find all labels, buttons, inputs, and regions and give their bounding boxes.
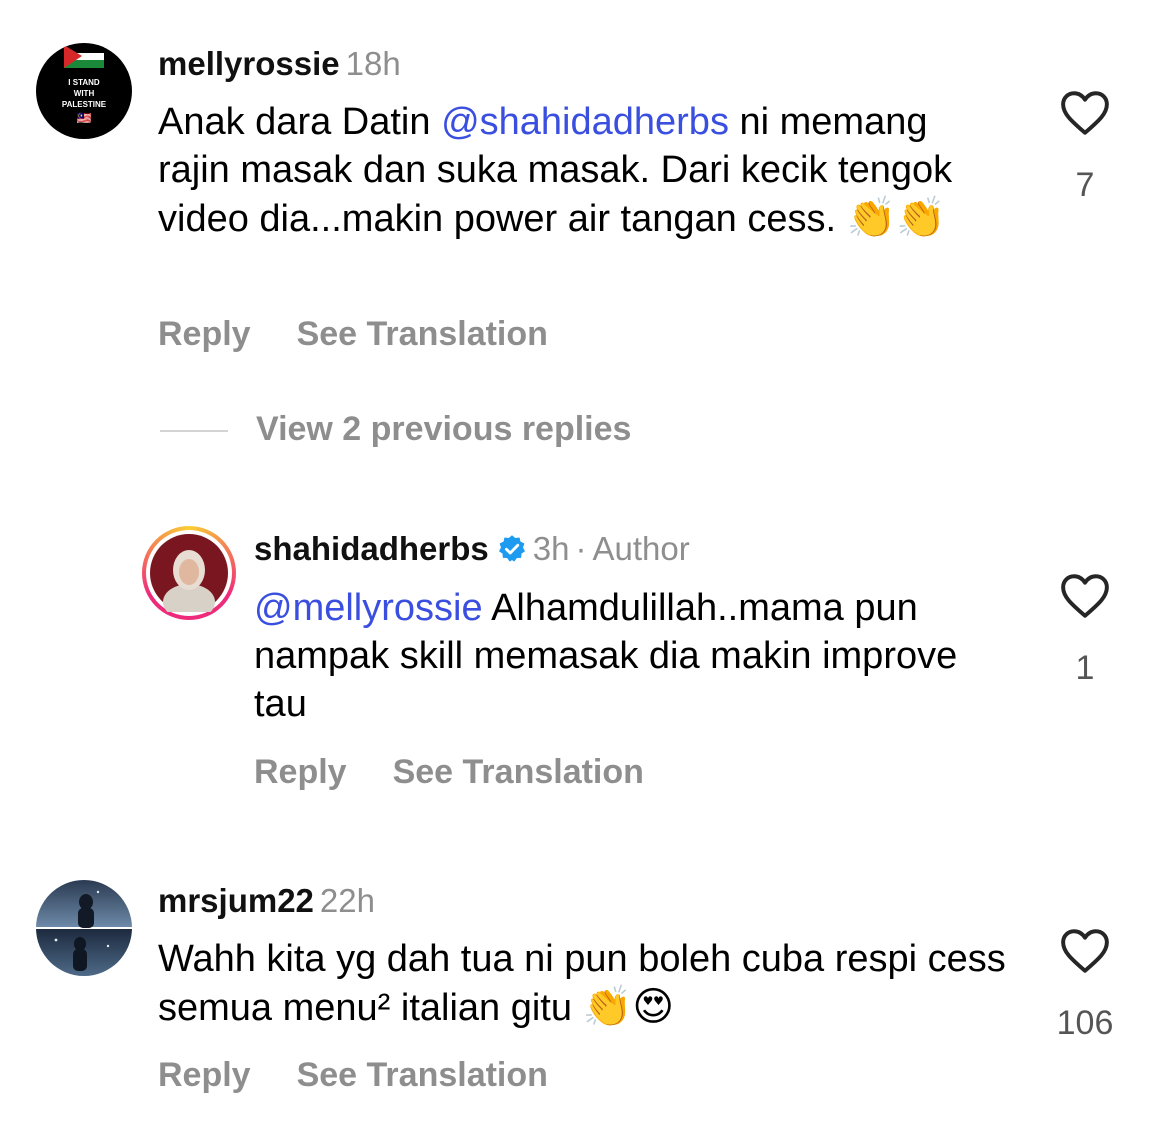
timestamp: 22h	[319, 882, 375, 919]
username[interactable]: mellyrossie	[158, 45, 340, 82]
verified-badge-icon	[498, 535, 525, 562]
view-previous-replies-button[interactable]: View 2 previous replies	[160, 410, 631, 449]
reply-button[interactable]: Reply	[254, 753, 347, 791]
timestamp: 18h	[345, 45, 401, 82]
like-control: 1	[1050, 573, 1120, 688]
username[interactable]: mrsjum22	[158, 882, 314, 919]
like-count: 106	[1056, 1004, 1114, 1042]
clapping-heart-eyes-emoji: 👏😍	[582, 985, 675, 1029]
profile-photo	[36, 880, 132, 976]
heart-icon[interactable]	[1060, 928, 1110, 974]
comment-text: Wahh kita yg dah tua ni pun boleh cuba r…	[158, 935, 1018, 1032]
reply-button[interactable]: Reply	[158, 315, 251, 353]
mention-link[interactable]: @mellyrossie	[254, 587, 483, 629]
avatar[interactable]: I STAND WITH PALESTINE 🇲🇾	[36, 43, 132, 139]
like-control: 106	[1050, 928, 1120, 1043]
divider-line	[160, 430, 228, 433]
like-control: 7	[1050, 90, 1120, 205]
avatar-text-line: I STAND	[68, 78, 100, 87]
avatar-text-line: PALESTINE	[61, 100, 107, 109]
timestamp: 3h	[532, 530, 570, 567]
separator-dot: ·	[575, 530, 587, 567]
see-translation-button[interactable]: See Translation	[297, 315, 548, 353]
avatar-text-line: WITH	[73, 89, 95, 98]
comment-text: Anak dara Datin @shahidadherbs ni memang…	[158, 98, 998, 243]
reply-header: shahidadherbs 3h · Author	[254, 530, 690, 568]
comment-actions: Reply See Translation	[158, 1056, 594, 1095]
reply-text: @mellyrossie Alhamdulillah..mama pun nam…	[254, 584, 1014, 728]
comment-header: mrsjum22 22h	[158, 882, 375, 920]
mention-link[interactable]: @shahidadherbs	[441, 101, 729, 143]
profile-photo	[150, 534, 228, 612]
avatar[interactable]	[142, 526, 236, 620]
comment-text-part: Anak dara Datin	[158, 101, 442, 143]
clapping-emoji: 👏👏	[846, 196, 947, 240]
like-count: 7	[1075, 166, 1095, 204]
see-translation-button[interactable]: See Translation	[393, 753, 644, 791]
author-badge: Author	[592, 530, 690, 567]
reply-button[interactable]: Reply	[158, 1056, 251, 1094]
see-translation-button[interactable]: See Translation	[297, 1056, 548, 1094]
malaysia-flag-icon: 🇲🇾	[76, 111, 92, 125]
avatar[interactable]	[36, 880, 132, 976]
comment-header: mellyrossie 18h	[158, 45, 401, 83]
heart-icon[interactable]	[1060, 573, 1110, 619]
view-replies-label: View 2 previous replies	[256, 410, 632, 448]
username[interactable]: shahidadherbs	[254, 530, 489, 567]
like-count: 1	[1075, 649, 1095, 687]
comment-actions: Reply See Translation	[158, 315, 594, 354]
reply-actions: Reply See Translation	[254, 753, 690, 792]
heart-icon[interactable]	[1060, 90, 1110, 136]
